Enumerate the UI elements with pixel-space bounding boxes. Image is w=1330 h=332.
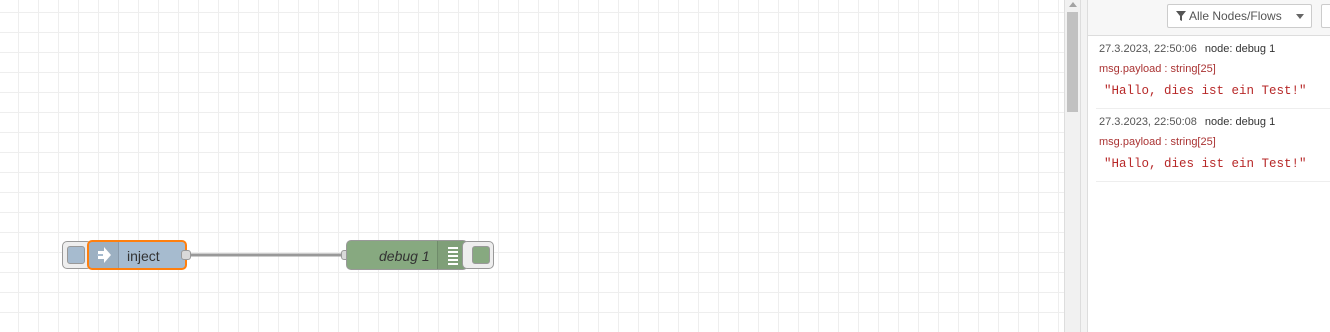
debug-node-label: debug 1	[379, 248, 430, 264]
inject-arrow-icon	[89, 242, 119, 268]
message-topic[interactable]: msg.payload : string[25]	[1099, 63, 1330, 75]
debug-message: 27.3.2023, 22:50:08 node: debug 1 msg.pay…	[1096, 109, 1330, 182]
message-node-link[interactable]: node: debug 1	[1205, 116, 1275, 128]
node-red-editor: inject debug 1 Alle Nodes/Flows 27.3.202…	[0, 0, 1330, 332]
sidebar-resize-handle[interactable]	[1080, 0, 1088, 332]
message-timestamp: 27.3.2023, 22:50:08	[1099, 116, 1197, 128]
flow-canvas[interactable]: inject debug 1	[0, 0, 1064, 332]
message-payload[interactable]: "Hallo, dies ist ein Test!"	[1104, 84, 1330, 108]
message-payload[interactable]: "Hallo, dies ist ein Test!"	[1104, 157, 1330, 181]
clear-messages-button[interactable]	[1321, 4, 1330, 28]
inject-node[interactable]: inject	[87, 240, 187, 270]
message-node-link[interactable]: node: debug 1	[1205, 43, 1275, 55]
message-timestamp: 27.3.2023, 22:50:06	[1099, 43, 1197, 55]
debug-toggle-button[interactable]	[472, 246, 490, 264]
debug-message: 27.3.2023, 22:50:06 node: debug 1 msg.pay…	[1096, 36, 1330, 109]
canvas-vertical-scrollbar[interactable]	[1064, 0, 1080, 332]
debug-node[interactable]: debug 1	[346, 240, 468, 270]
debug-toolbar: Alle Nodes/Flows	[1088, 0, 1330, 36]
debug-sidebar: Alle Nodes/Flows 27.3.2023, 22:50:06 node…	[1088, 0, 1330, 332]
scroll-up-arrow-icon[interactable]	[1069, 2, 1077, 7]
filter-dropdown[interactable]: Alle Nodes/Flows	[1167, 4, 1312, 28]
filter-icon	[1176, 11, 1186, 21]
chevron-down-icon	[1296, 14, 1304, 19]
message-topic[interactable]: msg.payload : string[25]	[1099, 136, 1330, 148]
scrollbar-thumb[interactable]	[1067, 12, 1078, 112]
debug-toggle-button-frame[interactable]	[462, 241, 494, 269]
filter-dropdown-label: Alle Nodes/Flows	[1189, 9, 1282, 23]
inject-output-port[interactable]	[181, 250, 191, 260]
wire-inject-to-debug[interactable]	[0, 0, 1064, 332]
inject-node-label: inject	[127, 248, 160, 264]
inject-trigger-button[interactable]	[67, 246, 85, 264]
